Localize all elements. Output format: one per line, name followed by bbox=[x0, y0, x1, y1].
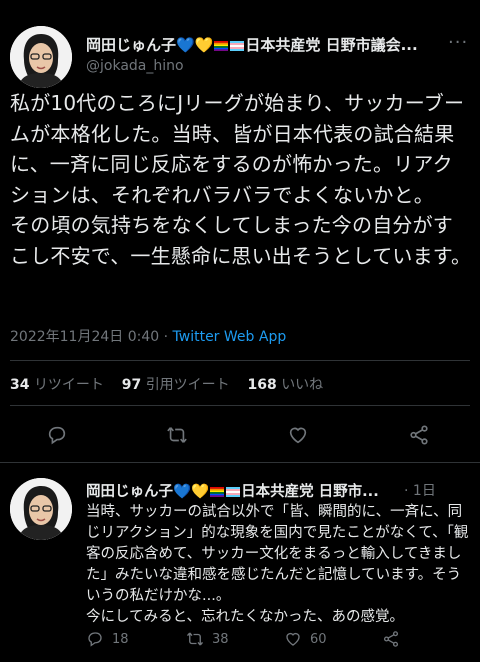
divider bbox=[0, 462, 480, 463]
quotes-count: 97 bbox=[121, 377, 142, 393]
more-icon[interactable]: ··· bbox=[448, 32, 468, 53]
reply-time-text: 1日 bbox=[412, 483, 436, 499]
author-name[interactable]: 岡田じゅん子💙💛 日本共産党 日野市議会... bbox=[86, 34, 436, 55]
divider bbox=[10, 360, 470, 361]
like-icon[interactable] bbox=[285, 422, 311, 448]
yellow-heart-icon: 💛 bbox=[191, 484, 210, 500]
likes-count: 168 bbox=[247, 377, 277, 393]
author-handle[interactable]: @jokada_hino bbox=[86, 58, 184, 74]
yellow-heart-icon: 💛 bbox=[194, 36, 214, 54]
quotes-stat[interactable]: 97 引用ツイート bbox=[122, 377, 230, 393]
reply-reply-button[interactable]: 18 bbox=[86, 630, 129, 648]
author-name-text: 岡田じゅん子 bbox=[86, 36, 177, 54]
reply-text: 当時、サッカーの試合以外で「皆、瞬間的に、一斉に、同じリアクション」的な現象を国… bbox=[86, 504, 469, 625]
reply-like-count: 60 bbox=[310, 631, 327, 647]
reply-share-button[interactable] bbox=[382, 630, 400, 648]
reply-icon bbox=[88, 632, 102, 647]
retweet-icon[interactable] bbox=[164, 422, 190, 448]
tweet-app[interactable]: Twitter Web App bbox=[173, 329, 287, 345]
divider bbox=[10, 405, 470, 406]
blue-heart-icon: 💙 bbox=[176, 36, 195, 54]
reply-author-name-text: 岡田じゅん子 bbox=[86, 484, 173, 500]
share-icon[interactable] bbox=[406, 422, 432, 448]
retweet-icon bbox=[186, 632, 204, 646]
tweet-stats: 34 リツイート 97 引用ツイート 168 いいね bbox=[10, 374, 323, 394]
tweet-text: 私が10代のころにJリーグが始まり、サッカーブームが本格化した。当時、皆が日本代… bbox=[10, 91, 472, 268]
quotes-label: 引用ツイート bbox=[145, 377, 230, 393]
reply-time[interactable]: · 1日 bbox=[404, 480, 436, 500]
retweets-stat[interactable]: 34 リツイート bbox=[10, 377, 104, 393]
blue-heart-icon: 💙 bbox=[173, 484, 192, 500]
reply-icon[interactable] bbox=[44, 422, 70, 448]
tweet-meta: 2022年11月24日 0:40 · Twitter Web App bbox=[10, 326, 286, 346]
tweet-timestamp[interactable]: 2022年11月24日 0:40 bbox=[10, 329, 159, 345]
reply-retweet-button[interactable]: 38 bbox=[186, 630, 229, 648]
reply-author-party: 日本共産党 日野市... bbox=[241, 484, 379, 500]
reply-time-separator: · bbox=[404, 483, 409, 499]
likes-label: いいね bbox=[281, 377, 324, 393]
reply-retweet-count: 38 bbox=[212, 631, 229, 647]
share-icon bbox=[383, 631, 399, 647]
author-party: 日本共産党 日野市議会... bbox=[245, 36, 418, 54]
rainbow-flag-icon bbox=[210, 487, 225, 497]
retweets-label: リツイート bbox=[33, 377, 104, 393]
meta-separator: · bbox=[163, 329, 169, 345]
retweets-count: 34 bbox=[10, 377, 30, 393]
reply-reply-count: 18 bbox=[112, 631, 129, 647]
likes-stat[interactable]: 168 いいね bbox=[248, 377, 324, 393]
reply-author-avatar[interactable] bbox=[10, 478, 72, 540]
reply-author-name[interactable]: 岡田じゅん子💙💛 日本共産党 日野市... bbox=[86, 480, 402, 501]
author-avatar[interactable] bbox=[10, 26, 72, 88]
reply-like-button[interactable]: 60 bbox=[284, 630, 327, 648]
trans-flag-icon bbox=[226, 487, 241, 497]
rainbow-flag-icon bbox=[214, 40, 229, 51]
trans-flag-icon bbox=[230, 40, 245, 51]
like-icon bbox=[286, 632, 300, 646]
